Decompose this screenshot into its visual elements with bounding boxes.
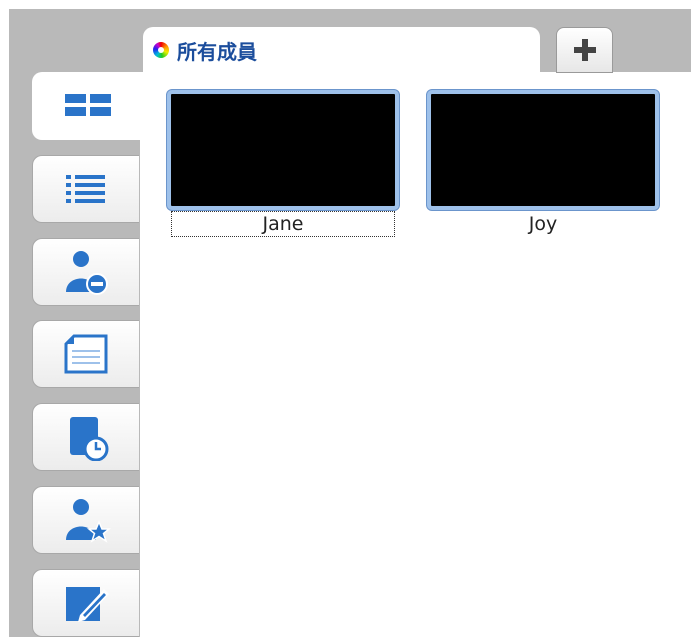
member-card-jane[interactable]: Jane [167, 90, 399, 237]
member-photo[interactable] [167, 90, 399, 210]
user-minus-icon [66, 251, 108, 295]
favorite-member-button[interactable] [32, 486, 139, 554]
member-name: Joy [528, 213, 558, 235]
user-star-icon [66, 499, 112, 543]
tab-all-members[interactable]: 所有成員 [143, 27, 540, 73]
color-wheel-icon [153, 42, 169, 58]
tab-all-members-label: 所有成員 [177, 39, 257, 64]
remove-member-button[interactable] [32, 238, 139, 306]
member-photo[interactable] [427, 90, 659, 210]
document-clock-icon [70, 417, 109, 461]
member-name: Jane [171, 211, 395, 237]
history-button[interactable] [32, 403, 139, 471]
plus-icon [573, 39, 596, 61]
add-tab-button[interactable] [556, 27, 613, 73]
window-left-edge [0, 0, 9, 637]
document-icon [64, 334, 108, 374]
list-view-button[interactable] [32, 155, 139, 223]
grid-view-button[interactable] [32, 72, 143, 140]
window-top-edge [0, 0, 691, 9]
list-icon [66, 175, 105, 203]
member-card-joy[interactable]: Joy [427, 90, 659, 236]
document-button[interactable] [32, 320, 139, 388]
edit-button[interactable] [32, 569, 139, 637]
grid-icon [65, 94, 111, 116]
edit-icon [66, 587, 109, 622]
